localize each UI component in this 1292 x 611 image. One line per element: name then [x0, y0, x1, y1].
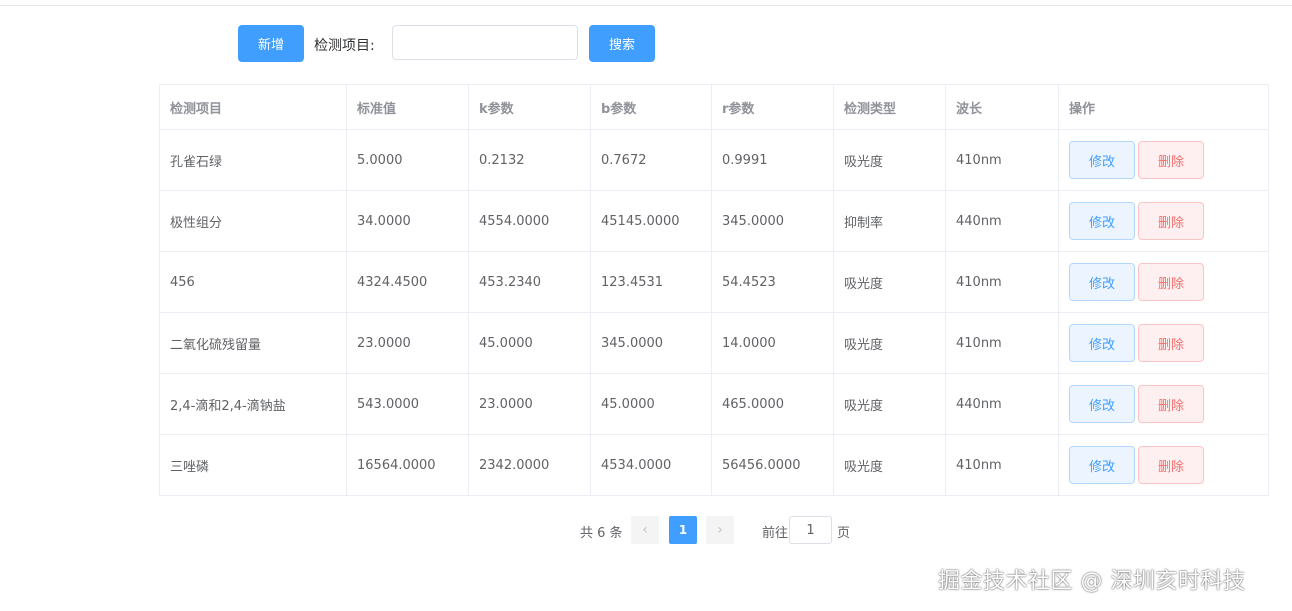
search-input[interactable] [392, 25, 578, 60]
table-row: 二氧化硫残留量 23.0000 45.0000 345.0000 14.0000 吸光度 4… [159, 312, 1269, 374]
row-actions: 修改 删除 [1069, 263, 1258, 301]
table-row: 456 4324.4500 453.2340 123.4531 54.4523 吸光度 41… [159, 251, 1269, 313]
cell-actions: 修改 删除 [1058, 190, 1269, 252]
page-number-button[interactable]: 1 [669, 516, 697, 544]
cell-item: 孔雀石绿 [159, 129, 347, 191]
cell-wavelength: 410nm [945, 434, 1059, 496]
cell-actions: 修改 删除 [1058, 129, 1269, 191]
cell-type: 吸光度 [833, 129, 946, 191]
col-header-standard: 标准值 [346, 84, 469, 130]
cell-wavelength: 440nm [945, 190, 1059, 252]
top-divider [0, 5, 1292, 6]
watermark: 掘金技术社区 @ 深圳亥时科技 [938, 569, 1246, 594]
pagination: 共 6 条 ‹ 1 › 前往 页 [0, 516, 1292, 544]
col-header-k: k参数 [468, 84, 591, 130]
table-row: 孔雀石绿 5.0000 0.2132 0.7672 0.9991 吸光度 410nm 修改 删除 [159, 129, 1269, 191]
cell-b: 0.7672 [590, 129, 712, 191]
goto-suffix: 页 [837, 526, 851, 541]
next-page-button[interactable]: › [706, 516, 734, 544]
col-header-item: 检测项目 [159, 84, 347, 130]
chevron-right-icon: › [717, 522, 723, 538]
add-button[interactable]: 新增 [238, 25, 304, 62]
table-body: 孔雀石绿 5.0000 0.2132 0.7672 0.9991 吸光度 410nm 修改 删除… [159, 129, 1269, 496]
cell-k: 45.0000 [468, 312, 591, 374]
delete-button[interactable]: 删除 [1138, 202, 1204, 240]
row-actions: 修改 删除 [1069, 446, 1258, 484]
chevron-left-icon: ‹ [642, 522, 648, 538]
cell-r: 465.0000 [711, 373, 834, 435]
col-header-actions: 操作 [1058, 84, 1269, 130]
cell-standard: 4324.4500 [346, 251, 469, 313]
cell-actions: 修改 删除 [1058, 312, 1269, 374]
cell-wavelength: 410nm [945, 129, 1059, 191]
cell-wavelength: 440nm [945, 373, 1059, 435]
cell-standard: 543.0000 [346, 373, 469, 435]
edit-button[interactable]: 修改 [1069, 385, 1135, 423]
col-header-type: 检测类型 [833, 84, 946, 130]
cell-b: 4534.0000 [590, 434, 712, 496]
cell-standard: 34.0000 [346, 190, 469, 252]
goto-page-input[interactable] [789, 516, 832, 544]
cell-standard: 16564.0000 [346, 434, 469, 496]
cell-standard: 23.0000 [346, 312, 469, 374]
goto-label: 前往 [762, 526, 789, 541]
table-row: 极性组分 34.0000 4554.0000 45145.0000 345.0000 抑制… [159, 190, 1269, 252]
cell-item: 二氧化硫残留量 [159, 312, 347, 374]
cell-type: 吸光度 [833, 373, 946, 435]
search-button[interactable]: 搜索 [589, 25, 655, 62]
cell-k: 23.0000 [468, 373, 591, 435]
cell-item: 极性组分 [159, 190, 347, 252]
cell-item: 2,4-滴和2,4-滴钠盐 [159, 373, 347, 435]
cell-r: 56456.0000 [711, 434, 834, 496]
edit-button[interactable]: 修改 [1069, 263, 1135, 301]
cell-b: 123.4531 [590, 251, 712, 313]
cell-k: 4554.0000 [468, 190, 591, 252]
cell-standard: 5.0000 [346, 129, 469, 191]
row-actions: 修改 删除 [1069, 385, 1258, 423]
cell-k: 453.2340 [468, 251, 591, 313]
cell-type: 吸光度 [833, 251, 946, 313]
delete-button[interactable]: 删除 [1138, 446, 1204, 484]
data-table: 检测项目 标准值 k参数 b参数 r参数 检测类型 波长 操作 孔雀石绿 5.0000 0.213… [159, 84, 1269, 496]
table-row: 2,4-滴和2,4-滴钠盐 543.0000 23.0000 45.0000 465.0… [159, 373, 1269, 435]
col-header-wavelength: 波长 [945, 84, 1059, 130]
pagination-total: 共 6 条 [580, 526, 623, 541]
cell-wavelength: 410nm [945, 312, 1059, 374]
cell-actions: 修改 删除 [1058, 251, 1269, 313]
cell-actions: 修改 删除 [1058, 434, 1269, 496]
cell-type: 抑制率 [833, 190, 946, 252]
delete-button[interactable]: 删除 [1138, 385, 1204, 423]
edit-button[interactable]: 修改 [1069, 202, 1135, 240]
cell-r: 54.4523 [711, 251, 834, 313]
cell-r: 14.0000 [711, 312, 834, 374]
edit-button[interactable]: 修改 [1069, 446, 1135, 484]
delete-button[interactable]: 删除 [1138, 141, 1204, 179]
cell-item: 三唑磷 [159, 434, 347, 496]
cell-item: 456 [159, 251, 347, 313]
delete-button[interactable]: 删除 [1138, 263, 1204, 301]
edit-button[interactable]: 修改 [1069, 324, 1135, 362]
cell-type: 吸光度 [833, 312, 946, 374]
cell-b: 45.0000 [590, 373, 712, 435]
row-actions: 修改 删除 [1069, 141, 1258, 179]
prev-page-button[interactable]: ‹ [631, 516, 659, 544]
cell-type: 吸光度 [833, 434, 946, 496]
col-header-b: b参数 [590, 84, 712, 130]
table-header-row: 检测项目 标准值 k参数 b参数 r参数 检测类型 波长 操作 [159, 84, 1269, 130]
cell-b: 45145.0000 [590, 190, 712, 252]
cell-k: 2342.0000 [468, 434, 591, 496]
col-header-r: r参数 [711, 84, 834, 130]
search-label: 检测项目: [314, 38, 375, 54]
cell-r: 0.9991 [711, 129, 834, 191]
row-actions: 修改 删除 [1069, 202, 1258, 240]
edit-button[interactable]: 修改 [1069, 141, 1135, 179]
table-row: 三唑磷 16564.0000 2342.0000 4534.0000 56456.000… [159, 434, 1269, 496]
cell-wavelength: 410nm [945, 251, 1059, 313]
row-actions: 修改 删除 [1069, 324, 1258, 362]
cell-k: 0.2132 [468, 129, 591, 191]
delete-button[interactable]: 删除 [1138, 324, 1204, 362]
cell-r: 345.0000 [711, 190, 834, 252]
cell-actions: 修改 删除 [1058, 373, 1269, 435]
cell-b: 345.0000 [590, 312, 712, 374]
